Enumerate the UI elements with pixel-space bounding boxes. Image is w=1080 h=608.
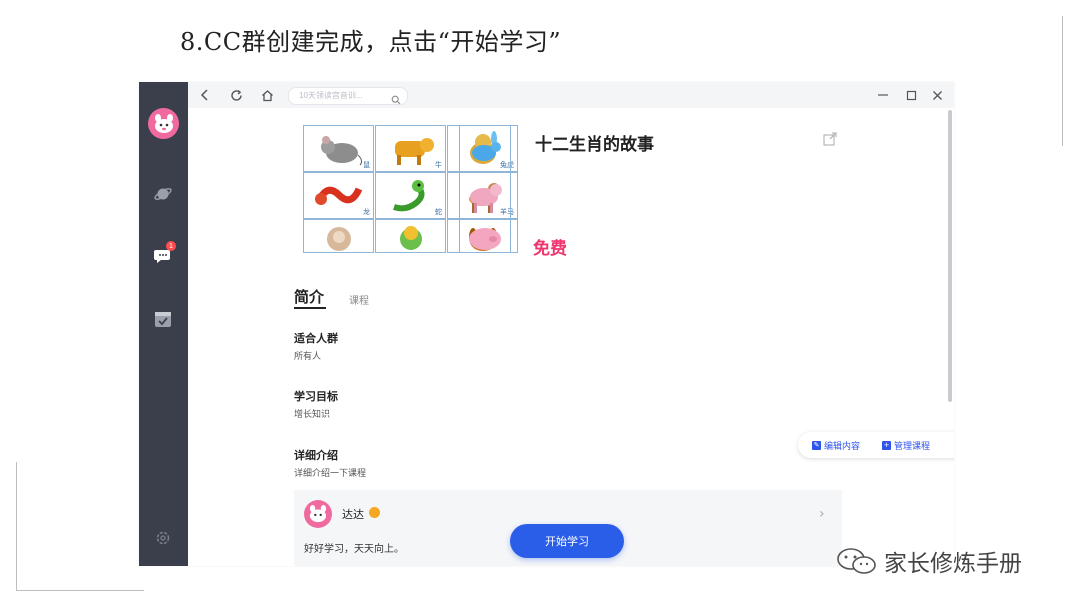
minimize-icon[interactable] — [874, 86, 892, 104]
scrollbar[interactable] — [948, 110, 952, 402]
tab-intro[interactable]: 简介 — [294, 286, 324, 307]
tab-active-indicator — [294, 307, 326, 309]
zodiac-cell — [375, 219, 446, 253]
back-icon[interactable] — [196, 86, 214, 104]
decorative-line-right — [1062, 16, 1063, 146]
course-actions-panel: ✎ 编辑内容 + 管理课程 — [798, 432, 954, 458]
start-learning-button[interactable]: 开始学习 — [510, 524, 624, 558]
zodiac-label: 羊 — [500, 208, 507, 216]
zodiac-label: 龙 — [363, 208, 370, 216]
zodiac-cell: 龙 — [303, 172, 374, 219]
zodiac-cell: 鼠 — [303, 125, 374, 172]
settings-icon[interactable] — [152, 527, 174, 549]
search-icon — [391, 90, 401, 109]
instructor-name: 达达 — [342, 508, 364, 521]
user-avatar[interactable] — [148, 108, 179, 139]
comment-text: 好好学习，天天向上。 — [304, 544, 404, 555]
zodiac-cell: 兔 — [459, 125, 511, 172]
search-input[interactable]: 10天领读宫音训... — [288, 87, 408, 105]
zodiac-cell: 羊 — [459, 172, 511, 219]
tab-course[interactable]: 课程 — [349, 292, 369, 307]
verified-badge-icon — [369, 507, 380, 518]
instructor-avatar — [304, 500, 332, 528]
course-price: 免费 — [533, 239, 567, 259]
browser-toolbar: 10天领读宫音训... — [188, 82, 954, 108]
chat-icon[interactable]: 1 — [152, 241, 176, 267]
decorative-line-left — [16, 462, 17, 590]
course-title: 十二生肖的故事 — [535, 135, 654, 155]
unread-badge: 1 — [166, 241, 176, 251]
zodiac-label: 牛 — [435, 161, 442, 169]
edit-content-button[interactable]: ✎ 编辑内容 — [812, 439, 860, 452]
zodiac-cell: 蛇 — [375, 172, 446, 219]
refresh-icon[interactable] — [227, 86, 245, 104]
planet-icon[interactable] — [152, 183, 174, 205]
decorative-line-bottom — [16, 590, 144, 591]
calendar-check-icon[interactable] — [152, 308, 174, 330]
zodiac-cell — [459, 219, 511, 253]
course-detail-page: 鼠 牛 虎 龙 蛇 马 十二生肖的故事 免费 简介 课程 适合人群 所有人 学习… — [188, 108, 954, 566]
sidebar: 1 — [139, 82, 188, 566]
cover-column-right: 兔 羊 — [459, 125, 511, 253]
edit-icon: ✎ — [812, 441, 821, 450]
goal-label: 学习目标 — [294, 390, 338, 403]
manage-course-label: 管理课程 — [894, 442, 931, 452]
audience-label: 适合人群 — [294, 332, 338, 345]
zodiac-label: 蛇 — [435, 208, 442, 216]
zodiac-label: 鼠 — [363, 161, 370, 169]
close-icon[interactable] — [928, 86, 946, 104]
app-window: 1 10天领读宫音训... 鼠 牛 虎 龙 蛇 马 十二生肖的故事 免费 简介 … — [139, 82, 954, 566]
home-icon[interactable] — [258, 86, 276, 104]
search-placeholder: 10天领读宫音训... — [299, 91, 363, 100]
zodiac-label: 兔 — [500, 161, 507, 169]
audience-text: 所有人 — [294, 352, 322, 362]
zodiac-cell: 牛 — [375, 125, 446, 172]
manage-course-button[interactable]: + 管理课程 — [882, 439, 930, 452]
chevron-right-icon[interactable]: › — [819, 506, 825, 522]
details-text: 详细介绍一下课程 — [294, 469, 367, 479]
watermark: 家长修炼手册 — [836, 544, 1022, 578]
zodiac-cell — [303, 219, 374, 253]
wechat-icon — [837, 548, 876, 574]
details-label: 详细介绍 — [294, 449, 338, 462]
edit-content-label: 编辑内容 — [824, 442, 861, 452]
instruction-caption: 8.CC群创建完成，点击“开始学习” — [180, 28, 562, 56]
goal-text: 增长知识 — [294, 410, 331, 420]
maximize-icon[interactable] — [902, 86, 920, 104]
watermark-text: 家长修炼手册 — [884, 551, 1022, 577]
manage-icon: + — [882, 441, 891, 450]
share-icon[interactable] — [823, 131, 837, 150]
